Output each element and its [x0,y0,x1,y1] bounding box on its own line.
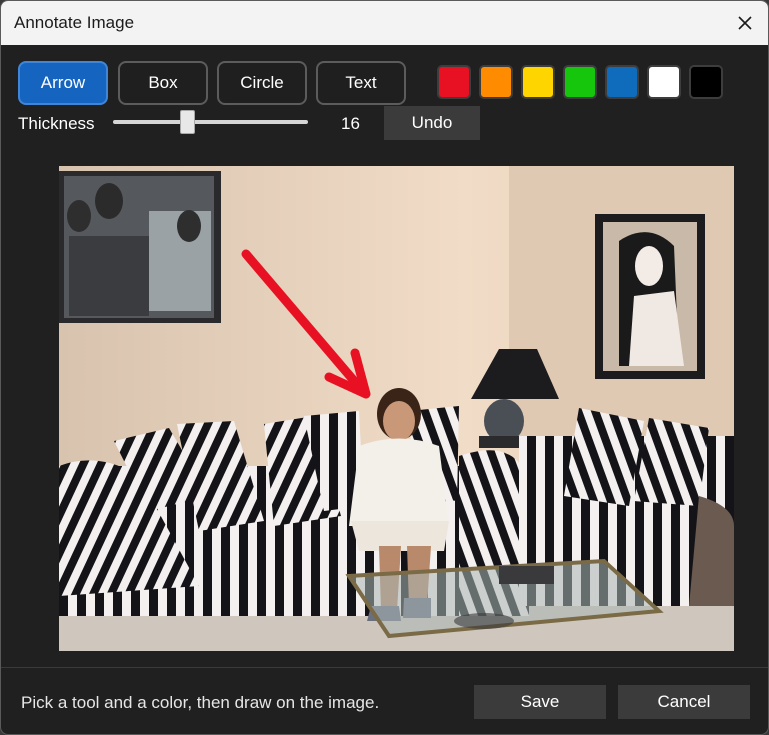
color-swatch-blue[interactable] [605,65,639,99]
color-swatch-green[interactable] [563,65,597,99]
color-swatch-red[interactable] [437,65,471,99]
tool-text-button[interactable]: Text [316,61,406,105]
thickness-value: 16 [341,114,360,133]
color-swatch-black[interactable] [689,65,723,99]
tool-box-button[interactable]: Box [118,61,208,105]
thickness-slider[interactable] [113,120,308,124]
color-swatch-orange[interactable] [479,65,513,99]
tool-circle-button[interactable]: Circle [217,61,307,105]
title-bar: Annotate Image [1,1,768,45]
thickness-slider-thumb[interactable] [179,110,195,134]
cancel-button[interactable]: Cancel [618,685,750,719]
color-swatch-yellow[interactable] [521,65,555,99]
tool-arrow-button[interactable]: Arrow [18,61,108,105]
image-canvas[interactable] [59,166,734,651]
undo-button[interactable]: Undo [384,106,480,140]
footer-divider [1,667,768,668]
close-button[interactable] [722,1,768,45]
hint-text: Pick a tool and a color, then draw on th… [21,693,380,712]
close-icon [738,16,752,30]
annotate-dialog: Annotate Image Arrow Box Circle Text Thi… [0,0,769,735]
photo [59,166,734,651]
save-button[interactable]: Save [474,685,606,719]
thickness-label: Thickness [18,114,95,133]
dialog-title: Annotate Image [14,13,135,32]
color-swatch-white[interactable] [647,65,681,99]
